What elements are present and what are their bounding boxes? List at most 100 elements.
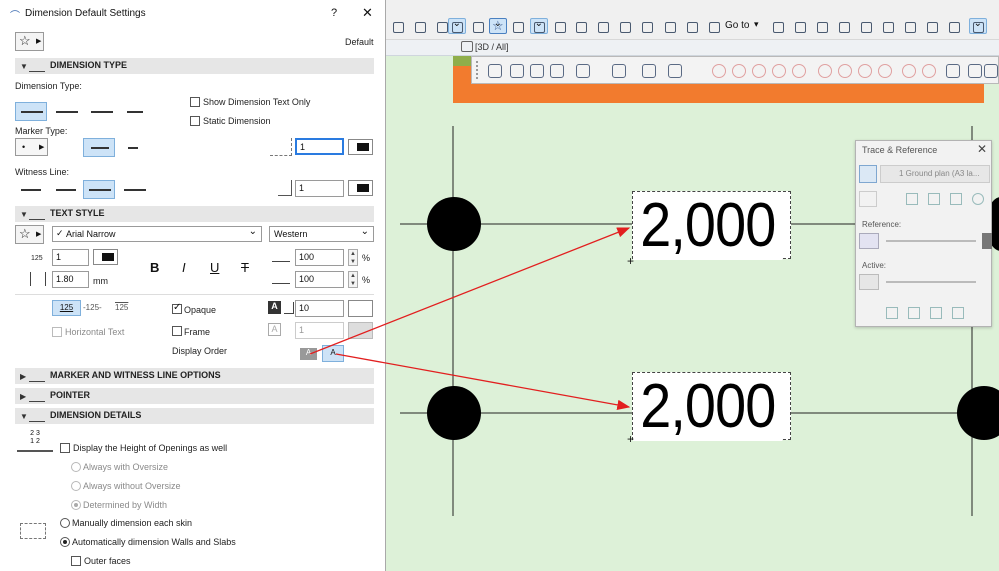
witness-length-icon[interactable] — [118, 180, 150, 199]
toolbar-tool-icon[interactable] — [813, 18, 831, 36]
cumulative-dimension-icon[interactable] — [50, 102, 82, 121]
trace-icon[interactable] — [906, 193, 918, 205]
toolbar-tool-icon[interactable] — [551, 18, 569, 36]
marker-open-icon[interactable] — [117, 138, 149, 157]
elevation-dimension-icon[interactable] — [118, 102, 150, 121]
toolbar-tool-icon[interactable] — [683, 18, 701, 36]
show-text-only-checkbox[interactable] — [190, 97, 200, 107]
bold-button[interactable]: B — [150, 260, 159, 275]
marker-type-picker[interactable]: • ▶ — [15, 138, 48, 156]
manual-skin-radio[interactable] — [60, 518, 70, 528]
toolbar-tool-icon[interactable] — [530, 18, 548, 34]
text-inline-button[interactable]: -125- — [83, 303, 102, 312]
star-favorites-icon[interactable]: ☆ — [489, 18, 507, 34]
section-dimension-type[interactable]: ▼ DIMENSION TYPE — [15, 58, 374, 74]
frame-pen-field[interactable]: 1 — [295, 322, 344, 339]
active-swatch[interactable] — [859, 274, 879, 290]
witness-pen-field[interactable]: 1 — [295, 180, 344, 197]
text-pen-color[interactable] — [93, 249, 118, 265]
width-spinner[interactable]: ▲ ▼ — [348, 249, 358, 266]
toolbar-tool-icon[interactable] — [969, 18, 987, 34]
section-text-style[interactable]: ▼ TEXT STYLE — [15, 206, 374, 222]
dimension-text-frame[interactable]: 2,000 — [632, 191, 791, 260]
reference-slider[interactable] — [886, 240, 976, 242]
baseline-dimension-icon[interactable] — [85, 102, 117, 121]
width-factor-field[interactable]: 100 — [295, 249, 344, 266]
outer-faces-checkbox[interactable] — [71, 556, 81, 566]
section-pointer[interactable]: ▶ POINTER — [15, 388, 374, 404]
toolbar-tool-icon[interactable] — [411, 18, 429, 36]
text-above-button[interactable]: 125 — [52, 300, 81, 316]
spacing-spinner[interactable]: ▲ ▼ — [348, 271, 358, 288]
witness-none-icon[interactable] — [15, 180, 47, 199]
text-height-field[interactable]: 1.80 — [52, 271, 89, 288]
plan-select[interactable]: 1 Ground plan (A3 la... — [880, 165, 990, 183]
dimension-text-frame[interactable]: 2,000 — [632, 372, 791, 441]
toolbar-tool-icon[interactable] — [791, 18, 809, 36]
toolbar-tool-icon[interactable] — [389, 18, 407, 36]
text-below-button[interactable]: 125 — [115, 303, 128, 312]
italic-button[interactable]: I — [182, 260, 186, 275]
auto-walls-radio[interactable] — [60, 537, 70, 547]
toolbar-tool-icon[interactable] — [469, 18, 487, 36]
marker-pen-color[interactable] — [348, 139, 373, 155]
goto-menu[interactable]: Go to — [725, 20, 749, 31]
favorites-button[interactable]: ☆ ▶ — [15, 32, 44, 51]
background-pen-color[interactable] — [348, 300, 373, 317]
witness-pen-color[interactable] — [348, 180, 373, 196]
reference-swatch[interactable] — [859, 233, 879, 249]
order-front-button[interactable]: A — [322, 345, 344, 362]
horizontal-text-checkbox[interactable] — [52, 327, 62, 337]
spacing-field[interactable]: 100 — [295, 271, 344, 288]
expand-arrow[interactable] — [982, 233, 992, 249]
toolbar-tool-icon[interactable] — [572, 18, 590, 36]
trace-icon[interactable] — [972, 193, 984, 205]
toolbar-tool-icon[interactable] — [901, 18, 919, 36]
section-dimension-details[interactable]: ▼ DIMENSION DETAILS — [15, 408, 374, 424]
text-favorites-button[interactable]: ☆ ▶ — [15, 225, 44, 244]
frame-checkbox[interactable] — [172, 326, 182, 336]
toolbar-tool-icon[interactable] — [857, 18, 875, 36]
trace-icon[interactable] — [930, 307, 942, 319]
determined-width-radio[interactable] — [71, 500, 81, 510]
static-dimension-checkbox[interactable] — [190, 116, 200, 126]
always-with-radio[interactable] — [71, 462, 81, 472]
trace-icon[interactable] — [908, 307, 920, 319]
tab-3d[interactable]: [3D / All] — [475, 42, 509, 52]
script-select[interactable]: Western — [269, 226, 374, 242]
active-slider[interactable] — [886, 281, 976, 283]
section-marker-witness[interactable]: ▶ MARKER AND WITNESS LINE OPTIONS — [15, 368, 374, 384]
order-back-button[interactable]: A — [300, 348, 317, 360]
strikethrough-button[interactable]: T — [241, 260, 249, 275]
toolbar-tool-icon[interactable] — [661, 18, 679, 36]
font-select[interactable]: ✓ Arial Narrow — [52, 226, 262, 242]
trace-icon[interactable] — [859, 191, 877, 207]
toolbar-tool-icon[interactable] — [769, 18, 787, 36]
trace-icon[interactable] — [950, 193, 962, 205]
display-height-checkbox[interactable] — [60, 443, 70, 453]
witness-fixed-icon[interactable] — [83, 180, 115, 199]
toolbar-tool-icon[interactable] — [616, 18, 634, 36]
close-icon[interactable]: ✕ — [977, 142, 987, 156]
opaque-checkbox[interactable] — [172, 302, 182, 314]
trace-icon[interactable] — [952, 307, 964, 319]
text-pen-field[interactable]: 1 — [52, 249, 89, 266]
trace-icon[interactable] — [886, 307, 898, 319]
close-button[interactable]: ✕ — [362, 5, 373, 21]
underline-button[interactable]: U — [210, 260, 219, 275]
toolbar-tool-icon[interactable] — [509, 18, 527, 36]
toolbar-tool-icon[interactable] — [879, 18, 897, 36]
trace-icon[interactable] — [928, 193, 940, 205]
toolbar-tool-icon[interactable] — [945, 18, 963, 36]
toolbar-tool-icon[interactable] — [638, 18, 656, 36]
help-button[interactable]: ? — [331, 7, 337, 19]
linear-dimension-icon[interactable] — [15, 102, 47, 121]
toolbar-tool-icon[interactable] — [705, 18, 723, 36]
background-pen-field[interactable]: 10 — [295, 300, 344, 317]
frame-pen-color[interactable] — [348, 322, 373, 339]
witness-short-icon[interactable] — [50, 180, 82, 199]
marker-tick-icon[interactable] — [83, 138, 115, 157]
toolbar-tool-icon[interactable] — [835, 18, 853, 36]
toolbar-tool-icon[interactable] — [594, 18, 612, 36]
toolbar-tool-icon[interactable] — [923, 18, 941, 36]
